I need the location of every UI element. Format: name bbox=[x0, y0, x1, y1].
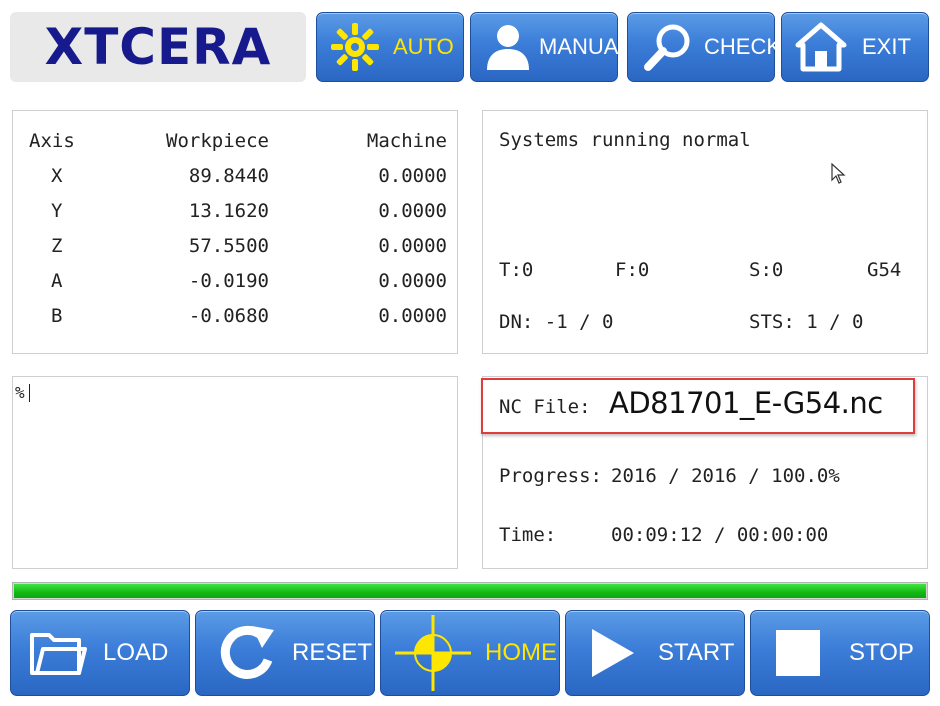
reset-button-label: RESET bbox=[292, 639, 373, 666]
stop-icon bbox=[775, 629, 821, 677]
logo: XTCERA bbox=[10, 12, 306, 82]
file-info-panel: NC File: AD81701_E-G54.nc Progress: 2016… bbox=[481, 376, 928, 569]
axis-name: B bbox=[51, 304, 63, 327]
workpiece-value: 89.8440 bbox=[188, 164, 269, 187]
workpiece-value: -0.0190 bbox=[188, 269, 269, 292]
axis-name: X bbox=[51, 164, 63, 187]
gcode-editor[interactable]: % bbox=[12, 376, 458, 569]
reset-button[interactable]: RESET bbox=[195, 610, 375, 696]
tool-readout: T:0 bbox=[499, 259, 534, 281]
progress-value: 2016 / 2016 / 100.0% bbox=[611, 465, 840, 487]
logo-text: XTCERA bbox=[44, 18, 272, 76]
exit-button[interactable]: EXIT bbox=[781, 12, 929, 82]
workpiece-header: Workpiece bbox=[166, 129, 269, 152]
axis-table-header: Axis Workpiece Machine bbox=[29, 123, 447, 158]
nc-file-name: AD81701_E-G54.nc bbox=[609, 386, 883, 420]
manual-button[interactable]: MANUAL bbox=[470, 12, 631, 82]
stop-button[interactable]: STOP bbox=[750, 610, 930, 696]
axis-row-y: Y 13.1620 0.0000 bbox=[29, 193, 447, 228]
machine-value: 0.0000 bbox=[378, 269, 447, 292]
auto-button-label: AUTO bbox=[393, 34, 454, 59]
spindle-readout: S:0 bbox=[749, 259, 784, 281]
workpiece-value: 57.5500 bbox=[188, 234, 269, 257]
machine-value: 0.0000 bbox=[378, 234, 447, 257]
nc-file-label: NC File: bbox=[499, 396, 591, 418]
refresh-icon bbox=[216, 622, 278, 684]
manual-button-label: MANUAL bbox=[539, 34, 631, 59]
home-button[interactable]: HOME bbox=[380, 610, 560, 696]
home-icon bbox=[794, 21, 848, 73]
job-progress-bar bbox=[12, 582, 928, 600]
axis-row-x: X 89.8440 0.0000 bbox=[29, 158, 447, 193]
feed-readout: F:0 bbox=[615, 259, 650, 281]
job-progress-fill bbox=[14, 584, 926, 598]
check-button-label: CHECK bbox=[704, 34, 782, 59]
home-button-label: HOME bbox=[485, 639, 557, 666]
machine-value: 0.0000 bbox=[378, 164, 447, 187]
dn-readout: DN: -1 / 0 bbox=[499, 311, 614, 333]
magnifier-icon bbox=[642, 21, 694, 73]
crosshair-icon bbox=[393, 613, 473, 693]
machine-value: 0.0000 bbox=[378, 304, 447, 327]
play-icon bbox=[588, 625, 638, 681]
sts-readout: STS: 1 / 0 bbox=[749, 311, 864, 333]
status-panel: Systems running normal T:0 F:0 S:0 G54 D… bbox=[482, 110, 928, 354]
user-icon bbox=[485, 22, 531, 72]
axis-name: Y bbox=[51, 199, 63, 222]
mouse-cursor-icon bbox=[831, 163, 846, 184]
machine-value: 0.0000 bbox=[378, 199, 447, 222]
axis-header: Axis bbox=[29, 129, 75, 152]
folder-icon bbox=[29, 629, 87, 677]
progress-label: Progress: bbox=[499, 465, 602, 487]
load-button-label: LOAD bbox=[103, 639, 169, 666]
status-message: Systems running normal bbox=[499, 129, 751, 151]
load-button[interactable]: LOAD bbox=[10, 610, 190, 696]
text-caret bbox=[29, 384, 30, 402]
axis-name: Z bbox=[51, 234, 63, 257]
workpiece-value: -0.0680 bbox=[188, 304, 269, 327]
axis-row-b: B -0.0680 0.0000 bbox=[29, 298, 447, 333]
axis-row-a: A -0.0190 0.0000 bbox=[29, 263, 447, 298]
coordinate-system: G54 bbox=[867, 259, 902, 281]
exit-button-label: EXIT bbox=[862, 34, 911, 59]
axis-panel: Axis Workpiece Machine X 89.8440 0.0000 … bbox=[12, 110, 458, 354]
axis-name: A bbox=[51, 269, 63, 292]
start-button[interactable]: START bbox=[565, 610, 745, 696]
gear-sun-icon bbox=[329, 21, 381, 73]
stop-button-label: STOP bbox=[849, 639, 914, 666]
auto-button[interactable]: AUTO bbox=[316, 12, 464, 82]
axis-row-z: Z 57.5500 0.0000 bbox=[29, 228, 447, 263]
workpiece-value: 13.1620 bbox=[188, 199, 269, 222]
time-label: Time: bbox=[499, 524, 557, 546]
editor-content: % bbox=[15, 383, 25, 402]
start-button-label: START bbox=[658, 639, 735, 666]
time-value: 00:09:12 / 00:00:00 bbox=[611, 524, 829, 546]
check-button[interactable]: CHECK bbox=[627, 12, 781, 82]
axis-table: Axis Workpiece Machine X 89.8440 0.0000 … bbox=[29, 123, 447, 333]
machine-header: Machine bbox=[366, 129, 447, 152]
